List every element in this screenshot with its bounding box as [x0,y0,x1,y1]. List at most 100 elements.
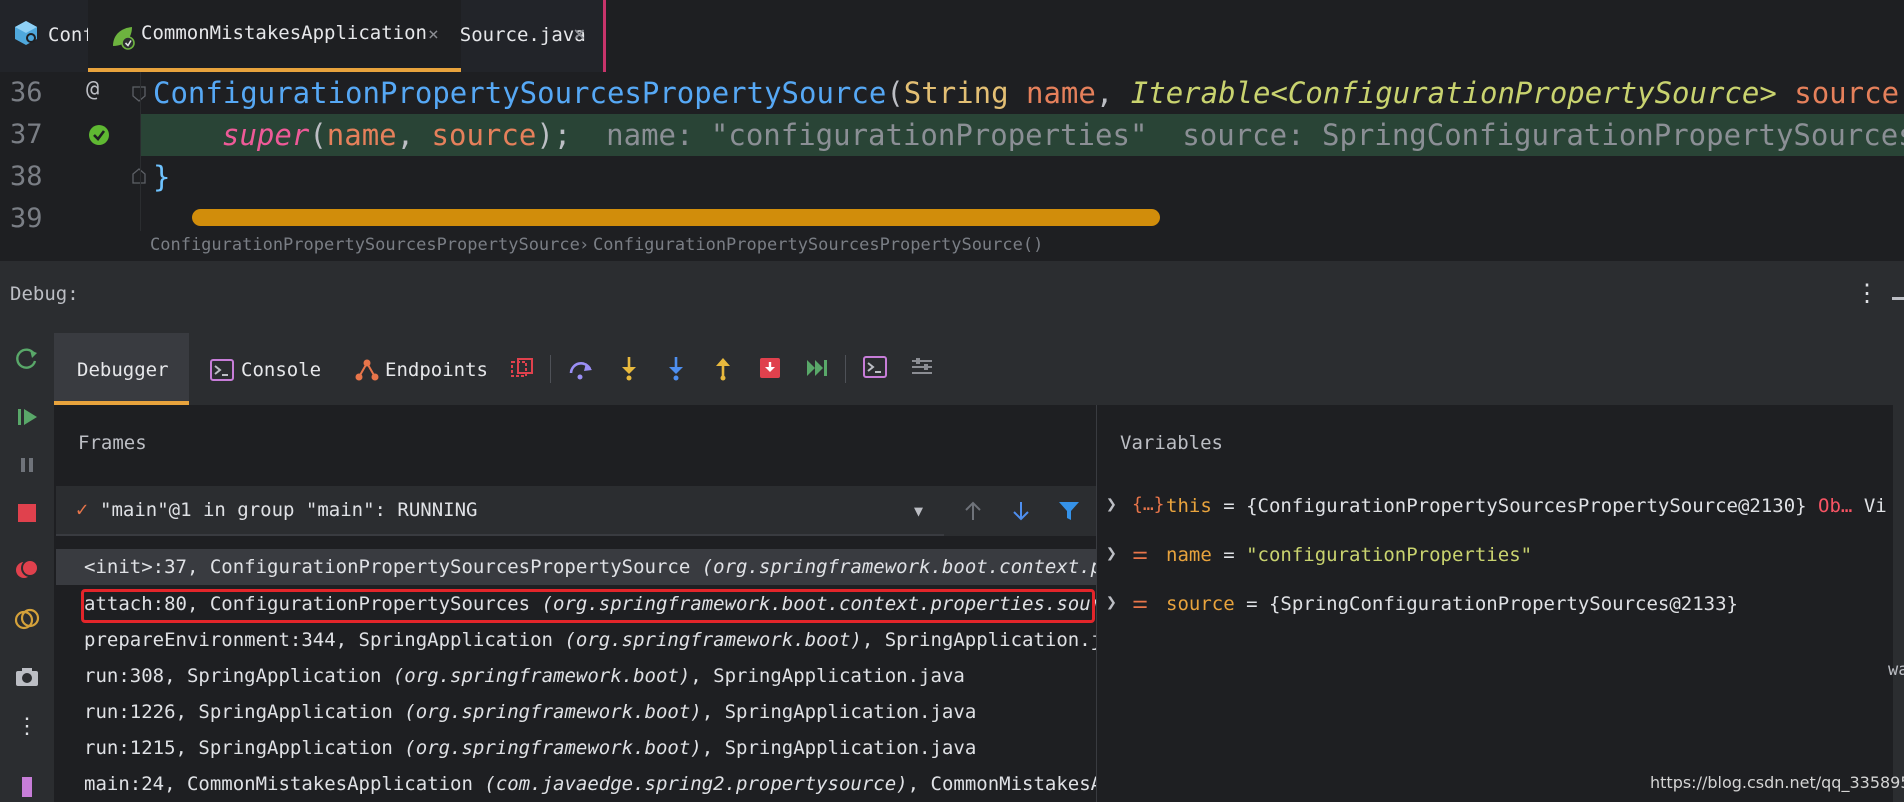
inline-value-hint: source: SpringConfigurationPropertySourc… [1182,118,1904,152]
pause-program-icon[interactable] [13,451,41,479]
frame-row[interactable]: prepareEnvironment:344, SpringApplicatio… [56,622,1096,658]
running-check-icon: ✓ [76,497,89,521]
line-number: 37 [10,119,43,150]
debug-label: Debug: [10,283,79,305]
field-icon: ⚌ [1132,592,1149,613]
step-out-icon[interactable] [712,355,734,381]
horizontal-scrollbar[interactable] [192,209,1160,226]
more-options-icon[interactable]: ⋮ [1855,279,1879,307]
code-line-38: 38 } [0,156,1904,198]
code-text: super(name, source); name: "configuratio… [222,114,1904,156]
endpoints-icon [355,359,379,381]
line-number: 36 [10,77,43,108]
force-step-into-icon[interactable] [665,355,687,381]
line-number: 38 [10,161,43,192]
console-icon [210,359,234,381]
trace-settings-icon[interactable] [910,356,934,378]
tab-endpoints[interactable]: Endpoints [351,333,501,405]
frame-text: main:24, CommonMistakesApplication (com.… [84,773,1096,795]
frames-title: Frames [78,432,147,454]
resume-program-icon[interactable] [13,403,41,431]
code-line-36: 36 @ ConfigurationPropertySourcesPropert… [0,72,1904,114]
frame-row[interactable]: <init>:37, ConfigurationPropertySourcesP… [56,549,1096,585]
frame-text: <init>:37, ConfigurationPropertySourcesP… [84,556,1096,578]
frame-row[interactable]: main:24, CommonMistakesApplication (com.… [56,766,1096,802]
debug-tool-window-header: Debug: ⋮ [0,261,1904,333]
java-class-icon [15,21,37,45]
fold-marker-icon[interactable] [132,168,146,184]
breadcrumb: ConfigurationPropertySourcesPropertySour… [0,231,1904,261]
run-config-tab[interactable]: CommonMistakesApplication × [88,0,461,72]
variable-text: this = {ConfigurationPropertySourcesProp… [1166,495,1886,517]
breadcrumb-method[interactable]: ConfigurationPropertySourcesPropertySour… [593,235,1043,255]
mute-breakpoints-icon[interactable] [13,605,41,633]
thread-selector[interactable]: ✓ "main"@1 in group "main": RUNNING ▼ [56,486,946,536]
code-editor[interactable]: 36 @ ConfigurationPropertySourcesPropert… [0,72,1904,232]
gutter-divider [140,72,141,232]
show-execution-point-icon[interactable] [510,357,534,381]
variable-text: name = "configurationProperties" [1166,544,1533,566]
field-icon: ⚌ [1132,543,1149,564]
close-tab-icon[interactable]: × [573,22,586,46]
tab-label: Endpoints [385,359,488,381]
thread-label: "main"@1 in group "main": RUNNING [100,499,478,521]
frame-row[interactable]: run:1215, SpringApplication (org.springf… [56,730,1096,766]
toolbar-separator [845,355,846,383]
active-tab-indicator [603,0,606,72]
code-text: ConfigurationPropertySourcesPropertySour… [153,76,1904,110]
red-highlight-box [81,589,1095,623]
minimize-icon[interactable] [1892,297,1904,300]
step-over-icon[interactable] [568,357,594,381]
tab-label: Console [241,359,322,381]
drop-frame-icon[interactable] [758,356,782,380]
breadcrumb-class[interactable]: ConfigurationPropertySourcesPropertySour… [150,235,580,255]
spring-boot-debug-icon [113,27,135,50]
variable-row[interactable]: ❯ {…} this = {ConfigurationPropertySourc… [1096,486,1886,526]
chevron-right-icon[interactable]: ❯ [1106,592,1117,613]
line-number: 39 [10,203,43,232]
variable-text: source = {SpringConfigurationPropertySou… [1166,593,1738,615]
frame-text: run:1226, SpringApplication (org.springf… [84,701,977,723]
variables-title: Variables [1120,432,1223,454]
debug-side-toolbar: ⋮ [0,333,54,802]
frame-text: prepareEnvironment:344, SpringApplicatio… [84,629,1096,651]
more-actions-icon[interactable]: ⋮ [13,713,41,741]
active-tab-indicator [88,68,461,72]
rerun-icon[interactable] [13,345,41,373]
clipped-side-text: wa [1888,660,1904,680]
frame-row[interactable]: run:308, SpringApplication (org.springfr… [56,658,1096,694]
evaluate-expression-icon[interactable] [863,356,887,378]
breakpoint-check-icon[interactable] [88,124,110,146]
arrow-down-icon[interactable] [1010,500,1032,522]
frame-text: run:308, SpringApplication (org.springfr… [84,665,965,687]
inline-value-hint: name: "configurationProperties" [606,118,1148,152]
toolbar-separator [550,355,551,383]
code-text: } [153,160,171,194]
run-config-label: CommonMistakesApplication [141,22,427,44]
override-annotation-icon[interactable]: @ [86,77,99,102]
tab-label: Debugger [77,359,169,381]
object-icon: {…} [1132,494,1165,515]
chevron-right-icon[interactable]: ❯ [1106,494,1117,515]
breadcrumb-separator: › [579,235,590,255]
step-into-icon[interactable] [618,355,640,381]
stop-icon[interactable] [13,499,41,527]
filter-icon[interactable] [1058,500,1080,522]
code-line-37: 37 super(name, source); name: "configura… [0,114,1904,156]
variable-row[interactable]: ❯ ⚌ source = {SpringConfigurationPropert… [1096,584,1886,624]
fold-marker-icon[interactable] [132,86,146,102]
variable-row[interactable]: ❯ ⚌ name = "configurationProperties" [1096,535,1886,575]
chevron-down-icon[interactable]: ▼ [914,502,923,520]
close-tab-icon[interactable]: × [428,24,439,45]
view-breakpoints-icon[interactable] [13,555,41,583]
arrow-up-icon[interactable] [962,500,984,522]
tab-debugger[interactable]: Debugger [54,333,189,405]
frame-row[interactable]: run:1226, SpringApplication (org.springf… [56,694,1096,730]
chevron-right-icon[interactable]: ❯ [1106,543,1117,564]
tab-console[interactable]: Console [207,333,337,405]
right-tool-strip [1893,333,1904,802]
camera-snapshot-icon[interactable] [13,663,41,691]
pin-tab-icon[interactable] [13,773,41,801]
run-to-cursor-icon[interactable] [805,357,829,379]
watermark: https://blog.csdn.net/qq_33589510 [1650,773,1904,792]
